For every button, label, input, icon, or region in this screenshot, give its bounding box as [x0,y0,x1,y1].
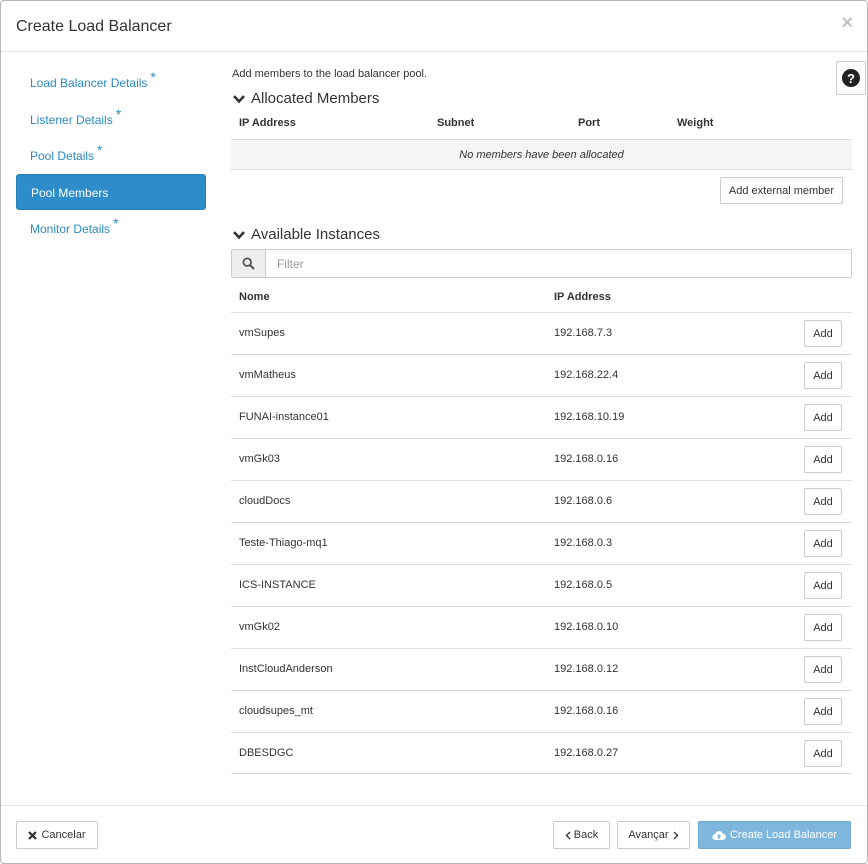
nav-item-label: Listener Details [30,112,113,127]
back-label: Back [573,829,599,841]
add-button[interactable]: Add [804,572,842,599]
add-button[interactable]: Add [804,320,842,347]
instance-name: DBESDGC [239,747,294,759]
column-header-ip-address: IP Address [239,117,296,129]
nav-item-label: Pool Members [31,185,109,200]
instance-name: cloudsupes_mt [239,705,313,717]
available-instances-toggle[interactable]: Available Instances [232,226,380,243]
table-row: vmGk03 192.168.0.16 Add [231,438,852,480]
search-icon [242,257,255,270]
table-row: ICS-INSTANCE 192.168.0.5 Add [231,564,852,606]
allocated-members-heading: Allocated Members [251,90,380,107]
required-asterisk: * [113,215,119,231]
column-header-nome: Nome [239,291,270,303]
available-instances-heading: Available Instances [251,226,380,243]
instance-ip: 192.168.0.12 [554,663,619,675]
add-button[interactable]: Add [804,740,842,767]
required-asterisk: * [97,142,103,158]
instance-ip: 192.168.0.5 [554,579,613,591]
instance-name: Teste-Thiago-mq1 [239,537,328,549]
close-icon [28,830,38,840]
add-button[interactable]: Add [804,656,842,683]
instance-name: vmGk02 [239,621,280,633]
column-header-weight: Weight [677,117,714,129]
wizard-nav: Load Balancer Details * Listener Details *… [16,64,206,247]
instance-ip: 192.168.0.6 [554,495,613,507]
add-button[interactable]: Add [804,698,842,725]
instance-ip: 192.168.10.19 [554,411,625,423]
modal-footer: Cancelar Back Avançar Create Load Balanc… [1,805,867,863]
add-button[interactable]: Add [804,530,842,557]
next-button[interactable]: Avançar [617,821,690,849]
table-row: DBESDGC 192.168.0.27 Add [231,732,852,774]
chevron-down-icon [233,230,245,239]
chevron-down-icon [233,94,245,103]
add-button[interactable]: Add [804,362,842,389]
filter-field [231,249,852,278]
filter-input[interactable] [266,250,851,277]
table-row: vmMatheus 192.168.22.4 Add [231,354,852,396]
create-label: Create Load Balancer [729,829,837,841]
empty-members-row: No members have been allocated [231,139,852,170]
nav-item-load-balancer-details[interactable]: Load Balancer Details * [16,64,206,100]
cancel-label: Cancelar [41,829,86,841]
instance-ip: 192.168.7.3 [554,327,613,339]
next-label: Avançar [628,829,669,841]
table-row: vmSupes 192.168.7.3 Add [231,312,852,354]
add-button[interactable]: Add [804,614,842,641]
instance-ip: 192.168.0.16 [554,453,619,465]
instance-ip: 192.168.22.4 [554,369,619,381]
allocated-members-toggle[interactable]: Allocated Members [232,90,379,107]
column-header-subnet: Subnet [437,117,475,129]
instance-name: InstCloudAnderson [239,663,333,675]
modal-header: Create Load Balancer × [1,1,867,52]
add-external-member-button[interactable]: Add external member [720,177,843,204]
nav-item-pool-members[interactable]: Pool Members [16,173,206,210]
back-button[interactable]: Back [553,821,610,849]
cancel-button[interactable]: Cancelar [16,821,98,849]
instance-name: ICS-INSTANCE [239,579,316,591]
instance-name: vmGk03 [239,453,280,465]
cloud-upload-icon [712,830,726,840]
intro-text: Add members to the load balancer pool. [232,68,428,80]
table-row: InstCloudAnderson 192.168.0.12 Add [231,648,852,690]
question-icon: ? [842,69,860,87]
instance-name: vmMatheus [239,369,296,381]
instance-name: FUNAI-instance01 [239,411,329,423]
required-asterisk: * [150,69,156,85]
instance-name: vmSupes [239,327,285,339]
nav-item-label: Monitor Details [30,222,111,236]
instance-ip: 192.168.0.27 [554,747,619,759]
table-row: cloudsupes_mt 192.168.0.16 Add [231,690,852,732]
required-asterisk: * [115,105,122,122]
create-load-balancer-modal: Create Load Balancer × Load Balancer Det… [0,0,868,864]
search-addon [232,250,266,277]
add-button[interactable]: Add [804,404,842,431]
instance-name: cloudDocs [239,495,291,507]
add-button[interactable]: Add [804,488,842,515]
nav-item-pool-details[interactable]: Pool Details * [16,137,206,173]
nav-item-listener-details[interactable]: Listener Details * [16,101,206,137]
chevron-right-icon [673,831,678,839]
table-row: cloudDocs 192.168.0.6 Add [231,480,852,522]
column-header-ip-address: IP Address [554,291,611,303]
instance-ip: 192.168.0.16 [554,705,619,717]
nav-item-label: Pool Details [30,149,95,163]
help-button[interactable]: ? [836,61,866,95]
instance-ip: 192.168.0.10 [554,621,619,633]
close-icon[interactable]: × [841,12,853,35]
table-row: vmGk02 192.168.0.10 Add [231,606,852,648]
nav-item-monitor-details[interactable]: Monitor Details * [16,210,206,246]
nav-item-label: Load Balancer Details [30,76,148,90]
table-row: Teste-Thiago-mq1 192.168.0.3 Add [231,522,852,564]
column-header-port: Port [578,117,600,129]
create-load-balancer-button[interactable]: Create Load Balancer [698,821,851,849]
chevron-left-icon [565,831,571,839]
instance-ip: 192.168.0.3 [554,537,613,549]
table-row: FUNAI-instance01 192.168.10.19 Add [231,396,852,438]
modal-title: Create Load Balancer [16,18,172,35]
add-button[interactable]: Add [804,446,842,473]
